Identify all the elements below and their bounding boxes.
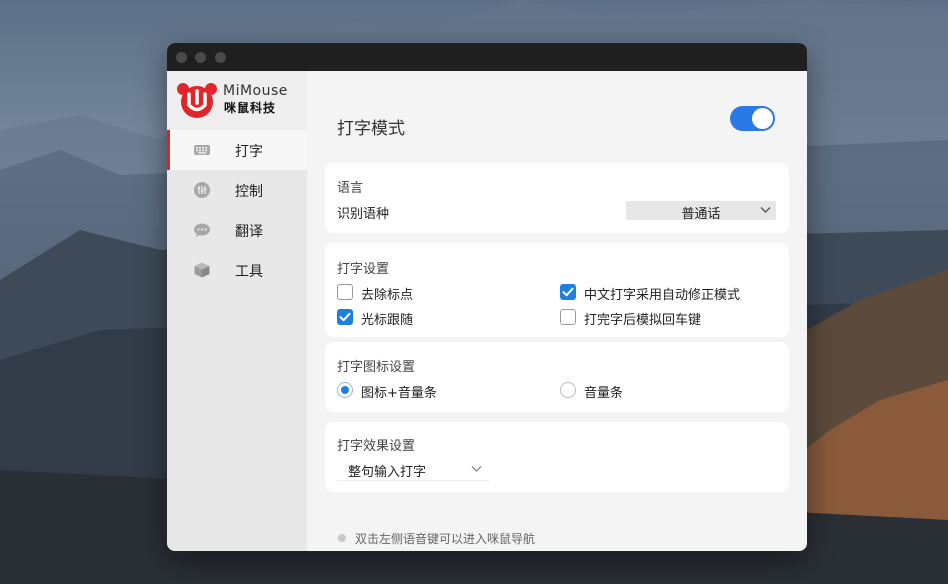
checkmark-icon xyxy=(562,287,574,297)
brand-logo: MiMouse 咪鼠科技 xyxy=(167,71,307,130)
simulate-enter-label: 打完字后模拟回车键 xyxy=(584,313,702,328)
sidebar-item-label: 打字 xyxy=(235,144,263,160)
typing-settings-card: 打字设置 去除标点 中文打字采用自动修正模式 光标跟随 打完字后模拟回车键 xyxy=(325,243,789,337)
brand-name-cn: 咪鼠科技 xyxy=(224,101,277,115)
remove-punctuation-label: 去除标点 xyxy=(361,288,414,303)
toggle-knob xyxy=(752,108,773,129)
sidebar-item-translate[interactable]: 翻译 xyxy=(167,210,307,250)
cursor-follow-checkbox[interactable] xyxy=(337,309,353,325)
brand-name-en: MiMouse xyxy=(223,83,288,99)
hint-bullet-icon xyxy=(338,534,346,542)
effect-select-value: 整句输入打字 xyxy=(348,465,427,480)
close-window-button[interactable] xyxy=(176,52,187,63)
volume-only-label: 音量条 xyxy=(584,386,624,401)
auto-correct-label: 中文打字采用自动修正模式 xyxy=(584,288,741,303)
chevron-down-icon xyxy=(760,207,771,213)
cursor-follow-label: 光标跟随 xyxy=(361,313,414,328)
typing-mode-toggle[interactable] xyxy=(730,106,775,131)
sliders-icon xyxy=(194,182,210,198)
icon-settings-title: 打字图标设置 xyxy=(337,360,416,375)
remove-punctuation-checkbox[interactable] xyxy=(337,284,353,300)
sidebar-item-control[interactable]: 控制 xyxy=(167,170,307,210)
sidebar-item-label: 翻译 xyxy=(235,224,263,240)
simulate-enter-checkbox[interactable] xyxy=(560,309,576,325)
recognition-language-label: 识别语种 xyxy=(337,207,390,222)
auto-correct-checkbox[interactable] xyxy=(560,284,576,300)
keyboard-icon xyxy=(194,145,210,155)
sidebar: MiMouse 咪鼠科技 打字 控制 翻译 工具 xyxy=(167,71,307,551)
radio-dot xyxy=(341,386,349,394)
sidebar-item-label: 控制 xyxy=(235,184,263,200)
zoom-window-button[interactable] xyxy=(215,52,226,63)
typing-settings-title: 打字设置 xyxy=(337,262,390,277)
main-content: 打字模式 语言 识别语种 普通话 打字设置 去除标点 中文打字采用自动修正模式 xyxy=(307,71,807,551)
language-card: 语言 识别语种 普通话 xyxy=(325,163,789,233)
minimize-window-button[interactable] xyxy=(195,52,206,63)
chat-bubble-icon xyxy=(194,223,210,237)
app-window: MiMouse 咪鼠科技 打字 控制 翻译 工具 打字模式 语言 识别语种 普通… xyxy=(167,43,807,551)
title-bar xyxy=(167,43,807,71)
icon-volume-radio[interactable] xyxy=(337,382,353,398)
chevron-down-icon xyxy=(471,466,482,472)
icon-volume-label: 图标+音量条 xyxy=(361,386,437,401)
language-select-value: 普通话 xyxy=(681,207,721,222)
effect-select[interactable]: 整句输入打字 xyxy=(337,458,489,481)
cube-icon xyxy=(194,262,210,278)
sidebar-item-label: 工具 xyxy=(235,264,263,280)
sidebar-item-tools[interactable]: 工具 xyxy=(167,250,307,290)
effect-settings-card: 打字效果设置 整句输入打字 xyxy=(325,422,789,492)
language-select[interactable]: 普通话 xyxy=(626,201,776,222)
volume-only-radio[interactable] xyxy=(560,382,576,398)
mimouse-logo-icon xyxy=(177,83,217,118)
language-card-title: 语言 xyxy=(337,181,364,196)
sidebar-item-typing[interactable]: 打字 xyxy=(167,130,307,170)
icon-settings-card: 打字图标设置 图标+音量条 音量条 xyxy=(325,342,789,412)
effect-settings-title: 打字效果设置 xyxy=(337,439,416,454)
footer-hint: 双击左侧语音键可以进入咪鼠导航 xyxy=(355,532,536,546)
checkmark-icon xyxy=(339,312,351,322)
page-title: 打字模式 xyxy=(337,119,405,139)
